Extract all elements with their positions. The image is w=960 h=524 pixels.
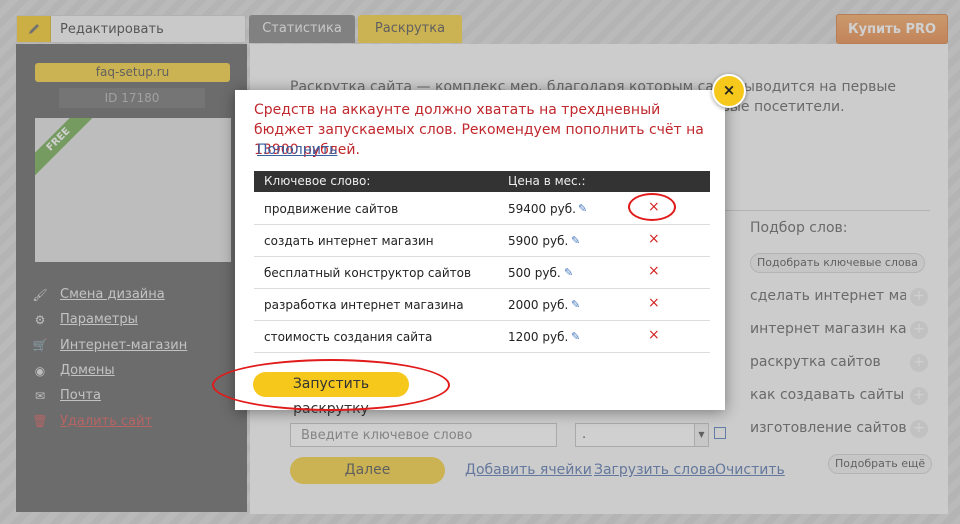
delete-icon[interactable]: ×	[648, 327, 660, 343]
keyword-cell: продвижение сайтов	[264, 202, 399, 216]
delete-icon[interactable]: ×	[648, 295, 660, 311]
price-cell: 5900 руб.	[508, 234, 569, 248]
pencil-icon[interactable]: ✎	[571, 298, 580, 311]
keyword-cell: бесплатный конструктор сайтов	[264, 266, 472, 280]
pencil-icon[interactable]: ✎	[571, 330, 580, 343]
pencil-icon[interactable]: ✎	[564, 266, 573, 279]
col-keyword: Ключевое слово:	[264, 174, 371, 188]
delete-icon[interactable]: ×	[648, 263, 660, 279]
pencil-icon[interactable]: ✎	[578, 202, 587, 215]
table-row: стоимость создания сайта 1200 руб. ✎ ×	[254, 321, 710, 353]
delete-icon[interactable]: ×	[648, 231, 660, 247]
price-cell: 500 руб.	[508, 266, 561, 280]
table-row: разработка интернет магазина 2000 руб. ✎…	[254, 289, 710, 321]
table-row: создать интернет магазин 5900 руб. ✎ ×	[254, 225, 710, 257]
highlight-ring-launch	[212, 359, 450, 411]
close-icon[interactable]: ×	[712, 74, 746, 108]
keyword-cell: стоимость создания сайта	[264, 330, 433, 344]
price-cell: 59400 руб.	[508, 202, 576, 216]
price-cell: 1200 руб.	[508, 330, 569, 344]
price-cell: 2000 руб.	[508, 298, 569, 312]
keywords-table-header: Ключевое слово: Цена в мес.:	[254, 171, 710, 192]
col-price: Цена в мес.:	[508, 174, 586, 188]
keyword-cell: разработка интернет магазина	[264, 298, 464, 312]
highlight-ring-delete	[628, 193, 676, 221]
topup-link[interactable]: Пополнить	[257, 142, 337, 158]
pencil-icon[interactable]: ✎	[571, 234, 580, 247]
keyword-cell: создать интернет магазин	[264, 234, 434, 248]
table-row: бесплатный конструктор сайтов 500 руб. ✎…	[254, 257, 710, 289]
